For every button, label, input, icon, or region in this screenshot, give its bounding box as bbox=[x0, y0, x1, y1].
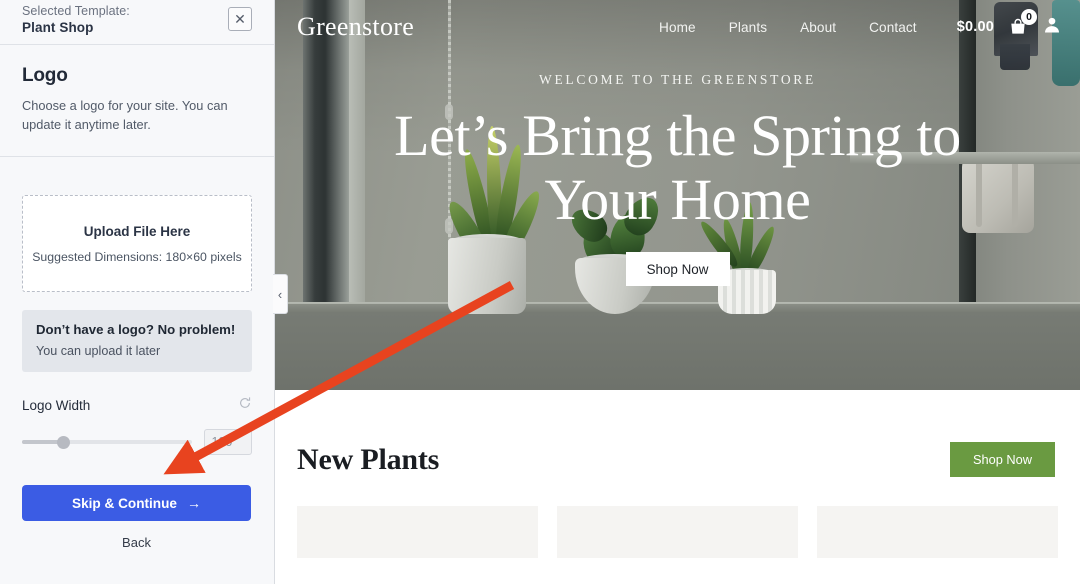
hero-shop-now-button[interactable]: Shop Now bbox=[625, 252, 730, 286]
product-card-placeholder[interactable] bbox=[817, 506, 1058, 558]
site-brand[interactable]: Greenstore bbox=[297, 12, 414, 42]
reset-icon[interactable] bbox=[238, 396, 252, 415]
logo-width-label: Logo Width bbox=[22, 398, 91, 413]
logo-width-control-row: 120 bbox=[22, 429, 252, 455]
arrow-right-icon: → bbox=[186, 495, 201, 511]
setup-wizard-sidebar: Selected Template: Plant Shop ✕ Logo Cho… bbox=[0, 0, 288, 584]
collapse-handle-glyph: ‹ bbox=[277, 286, 283, 302]
shopping-bag-icon[interactable]: 0 bbox=[1008, 9, 1037, 37]
nav-utility-group: $0.00 0 bbox=[956, 9, 1062, 40]
upload-title: Upload File Here bbox=[83, 223, 191, 239]
sidebar-header: Selected Template: Plant Shop ✕ bbox=[0, 0, 274, 45]
nav-item-about[interactable]: About bbox=[800, 20, 836, 35]
close-icon-glyph: ✕ bbox=[234, 11, 246, 27]
hero-title: Let’s Bring the Spring to Your Home bbox=[275, 104, 1080, 232]
page-description: Choose a logo for your site. You can upd… bbox=[22, 98, 228, 132]
sidebar-body: Upload File Here Suggested Dimensions: 1… bbox=[0, 157, 274, 550]
logo-width-slider[interactable] bbox=[22, 435, 192, 449]
hero-kicker: WELCOME TO THE GREENSTORE bbox=[539, 72, 816, 87]
chevron-left-icon[interactable]: ‹ bbox=[273, 274, 288, 314]
hero-title-line-2: Your Home bbox=[544, 167, 811, 232]
app-root: Selected Template: Plant Shop ✕ Logo Cho… bbox=[0, 0, 1080, 584]
new-plants-section: New Plants Shop Now bbox=[275, 390, 1080, 584]
nav-item-home[interactable]: Home bbox=[659, 20, 696, 35]
product-card-placeholder[interactable] bbox=[557, 506, 798, 558]
new-plants-title: New Plants bbox=[297, 442, 440, 476]
new-plants-shop-now-button[interactable]: Shop Now bbox=[950, 442, 1055, 477]
hero-shelf-decor bbox=[275, 304, 1080, 390]
logo-width-value-input[interactable]: 120 bbox=[203, 429, 252, 455]
logo-width-field-row: Logo Width bbox=[22, 396, 252, 415]
site-navbar: Greenstore Home Plants About Contact $0.… bbox=[275, 0, 1080, 54]
cart-count-badge: 0 bbox=[1021, 9, 1037, 25]
slider-thumb[interactable] bbox=[56, 436, 70, 449]
close-icon[interactable]: ✕ bbox=[228, 7, 252, 31]
no-logo-note: Don’t have a logo? No problem! You can u… bbox=[22, 310, 252, 372]
nav-item-plants[interactable]: Plants bbox=[729, 20, 767, 35]
no-logo-note-subtitle: You can upload it later bbox=[36, 344, 161, 358]
upload-dimensions-hint: Suggested Dimensions: 180×60 pixels bbox=[32, 249, 242, 264]
new-plants-header: New Plants Shop Now bbox=[275, 390, 1080, 477]
page-title: Logo bbox=[22, 65, 68, 86]
nav-links: Home Plants About Contact bbox=[659, 20, 917, 35]
product-card-grid bbox=[275, 477, 1080, 558]
user-account-icon[interactable] bbox=[1042, 15, 1062, 40]
product-card-placeholder[interactable] bbox=[297, 506, 538, 558]
cart-total: $0.00 bbox=[956, 19, 994, 35]
sidebar-intro: Logo Choose a logo for your site. You ca… bbox=[0, 45, 274, 157]
skip-and-continue-label: Skip & Continue bbox=[72, 495, 177, 511]
site-preview: Greenstore Home Plants About Contact $0.… bbox=[275, 0, 1080, 584]
nav-item-contact[interactable]: Contact bbox=[869, 20, 917, 35]
hero-title-line-1: Let’s Bring the Spring to bbox=[394, 103, 961, 168]
no-logo-note-title: Don’t have a logo? No problem! bbox=[36, 322, 236, 337]
skip-and-continue-button[interactable]: Skip & Continue → bbox=[22, 485, 251, 521]
upload-file-dropzone[interactable]: Upload File Here Suggested Dimensions: 1… bbox=[22, 195, 252, 292]
back-link[interactable]: Back bbox=[22, 535, 251, 550]
